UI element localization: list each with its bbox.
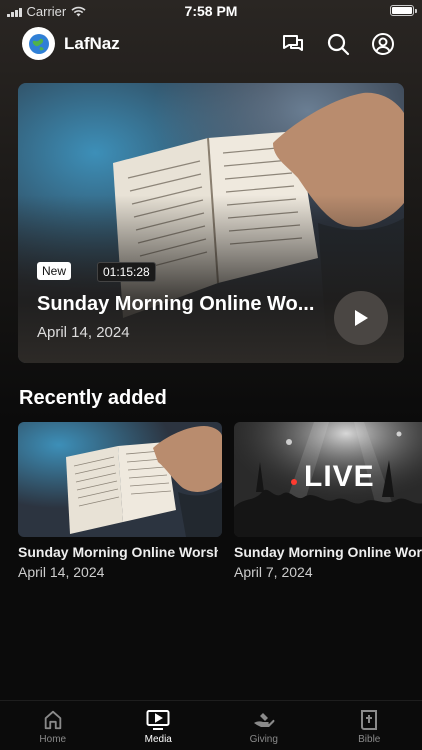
status-time: 7:58 PM: [184, 3, 238, 19]
section-title: Recently added: [19, 387, 167, 409]
bible-thumbnail-image: [18, 422, 222, 537]
tab-label: Giving: [249, 734, 278, 745]
bible-icon: [361, 710, 378, 730]
media-card-date: April 14, 2024: [18, 564, 105, 580]
media-icon: [146, 710, 170, 730]
tab-giving[interactable]: Giving: [211, 701, 317, 750]
media-card[interactable]: LIVE Sunday Morning Online Worship April…: [234, 422, 422, 580]
hero-date: April 14, 2024: [37, 324, 130, 341]
duration-badge: 01:15:28: [97, 262, 156, 282]
tab-media[interactable]: Media: [106, 701, 212, 750]
giving-icon: [253, 713, 275, 727]
battery-icon: [390, 5, 417, 16]
media-thumbnail: [18, 422, 222, 537]
tab-label: Media: [144, 734, 172, 745]
media-card-title: Sunday Morning Online Worship: [234, 544, 422, 560]
play-button[interactable]: [334, 291, 388, 345]
media-card-date: April 7, 2024: [234, 564, 313, 580]
tab-bible[interactable]: Bible: [317, 701, 422, 750]
tab-label: Bible: [358, 734, 381, 745]
tab-home[interactable]: Home: [0, 701, 106, 750]
brand-name: LafNaz: [64, 34, 120, 53]
media-thumbnail: LIVE: [234, 422, 422, 537]
bottom-tab-bar: Home Media Giving Bible: [0, 700, 422, 750]
app-header: LafNaz: [0, 27, 422, 61]
play-icon: [355, 310, 368, 326]
live-overlay-text: LIVE: [304, 460, 375, 493]
profile-icon[interactable]: [370, 31, 396, 57]
new-badge: New: [37, 262, 72, 280]
globe-logo-icon: [28, 33, 49, 54]
media-card[interactable]: Sunday Morning Online Worship April 14, …: [18, 422, 222, 580]
media-card-title: Sunday Morning Online Worship: [18, 544, 218, 560]
hero-title: Sunday Morning Online Wo...: [37, 293, 315, 315]
search-icon[interactable]: [325, 31, 351, 57]
status-bar: Carrier 7:58 PM: [0, 0, 422, 22]
featured-video-card[interactable]: New 01:15:28 Sunday Morning Online Wo...…: [18, 83, 404, 363]
tab-label: Home: [39, 734, 67, 745]
home-icon: [44, 710, 61, 730]
chat-icon[interactable]: [280, 31, 306, 57]
app-logo[interactable]: [22, 27, 55, 60]
